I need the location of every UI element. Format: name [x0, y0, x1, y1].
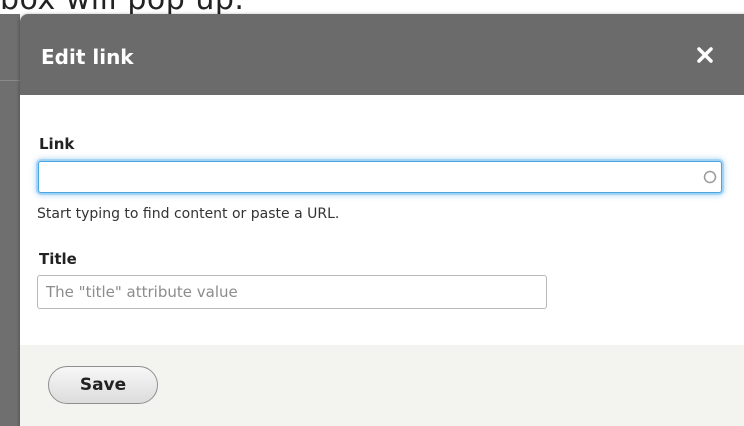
autocomplete-throbber-icon — [703, 170, 717, 184]
title-label: Title — [39, 250, 77, 268]
save-button[interactable]: Save — [48, 366, 158, 404]
background-divider — [0, 80, 20, 81]
link-label: Link — [39, 135, 75, 153]
dialog-body: Link Start typing to find content or pas… — [20, 95, 744, 345]
edit-link-dialog: Edit link Link Start typing to find cont… — [20, 14, 744, 426]
dialog-footer: Save — [20, 345, 744, 426]
link-help-text: Start typing to find content or paste a … — [37, 206, 340, 222]
screen: box will pop up. Edit link Link Start ty… — [0, 0, 744, 426]
dialog-title: Edit link — [41, 45, 134, 69]
background-overlay — [0, 14, 20, 426]
close-icon — [697, 47, 713, 63]
link-input[interactable] — [38, 161, 722, 193]
title-input[interactable] — [37, 275, 547, 309]
close-button[interactable] — [690, 40, 720, 70]
dialog-header: Edit link — [20, 14, 744, 95]
